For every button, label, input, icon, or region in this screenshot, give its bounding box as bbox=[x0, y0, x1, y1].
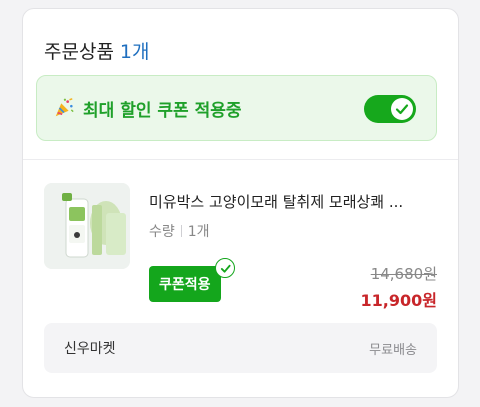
quantity-value: 1개 bbox=[187, 224, 210, 240]
party-popper-icon bbox=[55, 98, 74, 117]
quantity-row: 수량 1개 bbox=[149, 221, 210, 241]
quantity-separator bbox=[180, 225, 182, 237]
product-image bbox=[44, 183, 130, 269]
seller-footer: 신우마켓 무료배송 bbox=[44, 323, 437, 373]
seller-name[interactable]: 신우마켓 bbox=[64, 338, 116, 358]
quantity-label: 수량 bbox=[149, 224, 175, 240]
coupon-applied-badge: 쿠폰적용 bbox=[149, 266, 221, 302]
badge-check-icon bbox=[215, 258, 235, 278]
shipping-info: 무료배송 bbox=[369, 342, 417, 358]
order-items-card: 주문상품 1개 최대 할인 쿠폰 적용중 미유박스 고양이모래 탈취제 모래상쾌… bbox=[22, 8, 459, 398]
product-title[interactable]: 미유박스 고양이모래 탈취제 모래상쾌 ... bbox=[149, 191, 449, 212]
section-divider bbox=[23, 159, 458, 160]
sale-price: 11,900원 bbox=[360, 291, 437, 310]
item-count: 1개 bbox=[119, 41, 150, 63]
coupon-toggle[interactable] bbox=[364, 95, 416, 123]
check-icon bbox=[395, 104, 409, 115]
original-price: 14,680원 bbox=[370, 265, 437, 283]
product-thumbnail[interactable] bbox=[44, 183, 130, 269]
section-header: 주문상품 1개 bbox=[44, 37, 150, 64]
toggle-knob bbox=[391, 98, 413, 120]
max-coupon-banner: 최대 할인 쿠폰 적용중 bbox=[36, 75, 437, 141]
coupon-banner-label: 최대 할인 쿠폰 적용중 bbox=[83, 100, 242, 121]
section-title: 주문상품 bbox=[44, 41, 114, 63]
